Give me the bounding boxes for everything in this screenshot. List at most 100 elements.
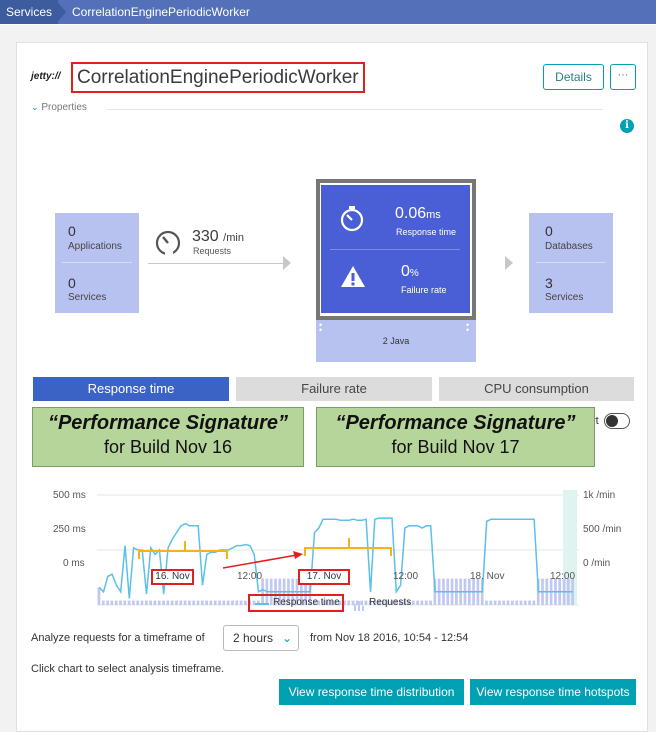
- requests-bar: [188, 600, 191, 605]
- info-icon[interactable]: i: [620, 119, 634, 133]
- requests-bar: [213, 600, 217, 605]
- response-time-unit: ms: [426, 209, 441, 221]
- service-node[interactable]: 0.06ms Response time 0% Failure rate: [321, 185, 470, 313]
- requests-bar: [244, 600, 247, 605]
- callers-box[interactable]: 0 Applications 0 Services: [55, 213, 139, 313]
- callout-title: “Performance Signature”: [47, 412, 289, 434]
- requests-bar: [515, 600, 519, 605]
- requests-bar: [183, 600, 187, 605]
- response-time-metric: 0.06ms: [395, 205, 441, 223]
- tab-response-time[interactable]: Response time: [33, 377, 229, 401]
- analyze-hint: Click chart to select analysis timeframe…: [31, 663, 225, 675]
- requests-rate: 330 /min: [192, 228, 244, 246]
- callees-box[interactable]: 0 Databases 3 Services: [529, 213, 613, 313]
- divider: [536, 262, 606, 263]
- requests-unit: /min: [223, 232, 244, 244]
- breadcrumb-separator: [56, 0, 66, 24]
- requests-bar: [420, 600, 424, 605]
- requests-bar: [175, 600, 178, 605]
- requests-bar: [429, 600, 432, 605]
- arrow-head-icon: [293, 551, 303, 559]
- requests-bar: [97, 587, 101, 605]
- properties-label: Properties: [41, 102, 87, 113]
- chevron-down-icon: ⌄: [282, 631, 293, 645]
- tab-failure-rate[interactable]: Failure rate: [236, 377, 432, 401]
- failure-rate-value: 0: [401, 263, 410, 280]
- divider: [107, 109, 603, 110]
- requests-bar: [347, 600, 351, 605]
- breadcrumb-services[interactable]: Services: [0, 0, 58, 24]
- technology-label: 2 Java: [382, 336, 410, 346]
- legend-response-time[interactable]: Response time: [248, 594, 344, 612]
- requests-bar: [170, 600, 174, 605]
- drag-handle-icon: • •: [319, 320, 323, 335]
- failure-rate-unit: %: [409, 268, 419, 279]
- x-tick: 12:00: [550, 571, 576, 582]
- callout-subtitle: for Build Nov 16: [103, 437, 233, 457]
- warning-icon: [341, 266, 365, 287]
- divider: [330, 249, 460, 250]
- requests-bar: [239, 600, 243, 605]
- stopwatch-icon: [340, 206, 364, 232]
- chevron-down-icon: ⌄: [31, 102, 39, 112]
- details-button[interactable]: Details: [543, 64, 604, 90]
- response-time-label: Response time: [396, 227, 457, 237]
- callout-build-nov17: “Performance Signature” for Build Nov 17: [316, 407, 595, 467]
- requests-bar: [528, 600, 531, 605]
- requests-bar: [110, 600, 114, 605]
- requests-value: 330: [192, 228, 219, 245]
- y-right-tick: 0 /min: [583, 558, 611, 569]
- callout-build-nov16: “Performance Signature” for Build Nov 16: [32, 407, 304, 467]
- requests-bar: [136, 600, 140, 605]
- timeframe-select[interactable]: 2 hours ⌄: [223, 625, 299, 651]
- analyze-prefix: Analyze requests for a timeframe of: [31, 632, 205, 644]
- y-right-tick: 500 /min: [583, 524, 622, 535]
- requests-bar: [200, 600, 204, 605]
- x-tick-highlight: 17. Nov: [298, 569, 350, 585]
- requests-bar: [119, 600, 122, 605]
- tab-cpu-consumption[interactable]: CPU consumption: [439, 377, 634, 401]
- requests-bar: [196, 600, 200, 605]
- requests-bar: [424, 600, 428, 605]
- requests-bar: [149, 600, 152, 605]
- databases-count: 0: [545, 223, 553, 239]
- breadcrumb-current[interactable]: CorrelationEnginePeriodicWorker: [58, 0, 656, 24]
- requests-bar: [205, 600, 208, 605]
- requests-bar: [144, 600, 148, 605]
- applications-count: 0: [68, 223, 76, 239]
- response-time-line: [98, 517, 573, 599]
- jetty-logo: jetty://: [31, 71, 61, 82]
- view-distribution-button[interactable]: View response time distribution: [279, 679, 464, 705]
- legend-label: Requests: [369, 597, 412, 608]
- flow-arrow-head: [283, 256, 291, 270]
- requests-bar: [506, 600, 510, 605]
- requests-bar: [218, 600, 221, 605]
- services-label: Services: [68, 292, 107, 303]
- signature-bracket: [304, 538, 392, 556]
- process-group[interactable]: • • • • 2 Java: [316, 320, 476, 362]
- requests-bar: [123, 600, 127, 605]
- more-options-button[interactable]: ···: [610, 64, 636, 90]
- requests-bar: [523, 600, 527, 605]
- requests-bar: [114, 600, 118, 605]
- bar-swatch-icon: [354, 598, 365, 611]
- x-tick: 12:00: [237, 571, 263, 582]
- divider: [62, 262, 132, 263]
- legend-label: Response time: [273, 597, 340, 608]
- requests-bar: [101, 600, 105, 605]
- y-right-tick: 1k /min: [583, 490, 616, 501]
- properties-toggle[interactable]: ⌄ Properties: [31, 102, 87, 113]
- signature-bracket: [138, 541, 228, 559]
- requests-bar: [106, 600, 109, 605]
- service-card: jetty:// CorrelationEnginePeriodicWorker…: [16, 42, 648, 732]
- requests-bar: [411, 600, 415, 605]
- requests-bar: [489, 600, 493, 605]
- x-tick: 12:00: [393, 571, 419, 582]
- timeframe-value: 2 hours: [233, 631, 274, 645]
- flow-arrow: [148, 263, 286, 264]
- view-hotspots-button[interactable]: View response time hotspots: [470, 679, 636, 705]
- y-left-tick: 0 ms: [63, 558, 85, 569]
- x-tick-highlight: 16. Nov: [151, 569, 194, 585]
- requests-bar: [209, 600, 213, 605]
- databases-label: Databases: [545, 241, 593, 252]
